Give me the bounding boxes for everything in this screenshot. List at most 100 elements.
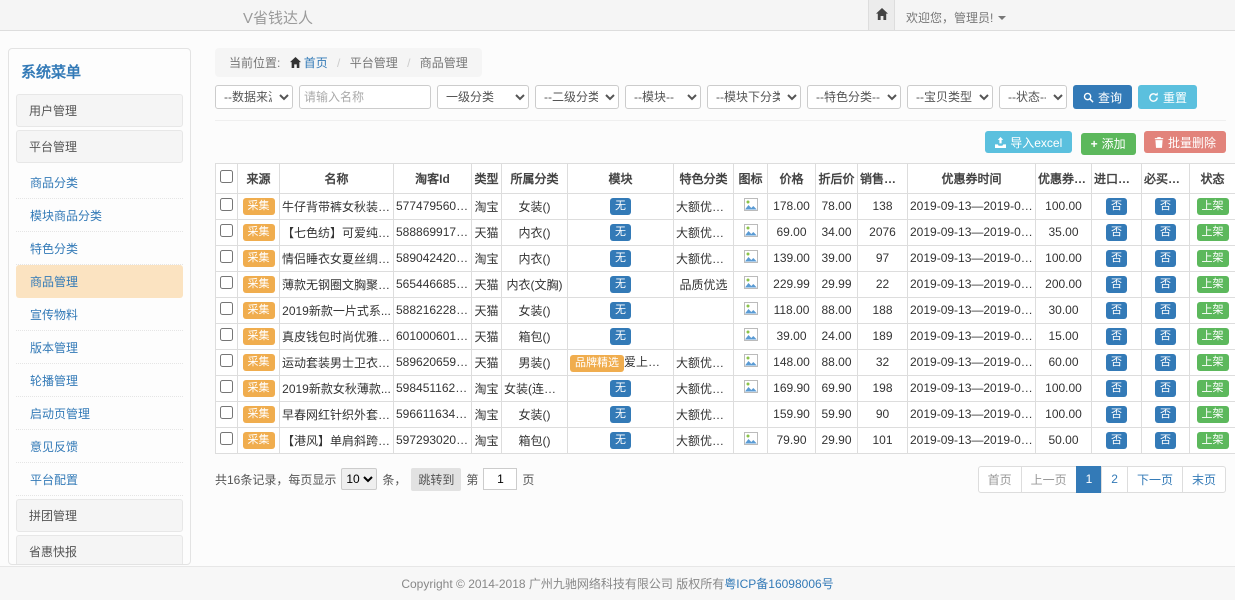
- table-cell: 101: [858, 427, 908, 453]
- table-cell: 采集: [238, 297, 280, 323]
- table-cell: 50.00: [1036, 427, 1092, 453]
- page-button[interactable]: 下一页: [1127, 466, 1183, 493]
- table-cell: 601000601341: [394, 323, 472, 349]
- table-cell: 198: [858, 375, 908, 401]
- reset-button[interactable]: 重置: [1138, 85, 1197, 109]
- import-select-badge: 否: [1106, 250, 1127, 267]
- import-icon: [995, 137, 1006, 148]
- import-select-badge: 否: [1106, 432, 1127, 449]
- page-button[interactable]: 上一页: [1021, 466, 1077, 493]
- name-search-input[interactable]: [299, 85, 431, 109]
- import-select-badge: 否: [1106, 328, 1127, 345]
- table-cell: [674, 323, 734, 349]
- sidebar-item[interactable]: 模块商品分类: [16, 199, 183, 232]
- table-cell: 否: [1142, 219, 1190, 245]
- icon-cell: [734, 349, 768, 375]
- must-buy-badge: 否: [1155, 380, 1176, 397]
- row-checkbox[interactable]: [220, 380, 233, 393]
- module-badge: 无: [610, 432, 631, 449]
- status-badge: 上架: [1197, 302, 1229, 319]
- app-title: V省钱达人: [243, 7, 313, 28]
- table-cell: 否: [1142, 193, 1190, 219]
- user-menu[interactable]: 欢迎您，管理员!: [906, 9, 1006, 26]
- filter-select[interactable]: --状态--: [999, 85, 1067, 109]
- jump-to-button[interactable]: 跳转到: [411, 468, 461, 491]
- select-all-checkbox[interactable]: [220, 170, 233, 183]
- import-select-badge: 否: [1106, 380, 1127, 397]
- table-cell: 34.00: [816, 219, 858, 245]
- row-checkbox[interactable]: [220, 250, 233, 263]
- sidebar-item[interactable]: 商品分类: [16, 166, 183, 199]
- search-button[interactable]: 查询: [1073, 85, 1132, 109]
- table-row: 采集真皮钱包时尚优雅女士...601000601341天猫箱包()无39.002…: [216, 323, 1235, 349]
- filter-select[interactable]: 一级分类: [437, 85, 529, 109]
- sidebar-item[interactable]: 拼团管理: [16, 499, 183, 532]
- table-cell: 采集: [238, 401, 280, 427]
- sidebar-item[interactable]: 省惠快报: [16, 535, 183, 565]
- home-shortcut[interactable]: [868, 0, 895, 30]
- sidebar-item[interactable]: 平台管理: [16, 130, 183, 163]
- add-button[interactable]: + 添加: [1081, 133, 1136, 155]
- table-cell: 天猫: [472, 219, 502, 245]
- table-cell: 天猫: [472, 271, 502, 297]
- sidebar-item[interactable]: 宣传物料: [16, 298, 183, 331]
- table-cell: 否: [1092, 297, 1142, 323]
- pager: 首页上一页12下一页末页: [978, 466, 1226, 493]
- image-placeholder-icon: [744, 328, 758, 341]
- icp-link[interactable]: 粤ICP备16098006号: [724, 575, 833, 592]
- batch-delete-button[interactable]: 批量删除: [1144, 131, 1226, 153]
- per-page-select[interactable]: 10: [341, 468, 377, 490]
- sidebar-item[interactable]: 特色分类: [16, 232, 183, 265]
- row-checkbox[interactable]: [220, 406, 233, 419]
- row-checkbox[interactable]: [220, 224, 233, 237]
- sidebar-item[interactable]: 轮播管理: [16, 364, 183, 397]
- sidebar-item[interactable]: 意见反馈: [16, 430, 183, 463]
- sidebar-item[interactable]: 平台配置: [16, 463, 183, 496]
- import-select-badge: 否: [1106, 302, 1127, 319]
- row-checkbox[interactable]: [220, 276, 233, 289]
- table-cell: 178.00: [768, 193, 816, 219]
- table-cell: 60.00: [1036, 349, 1092, 375]
- table-cell: 女装(连衣裙): [502, 375, 568, 401]
- row-checkbox[interactable]: [220, 198, 233, 211]
- table-cell: 上架: [1190, 245, 1235, 271]
- table-cell: 天猫: [472, 323, 502, 349]
- table-cell: 79.90: [768, 427, 816, 453]
- table-cell: 采集: [238, 427, 280, 453]
- page-button[interactable]: 末页: [1182, 466, 1226, 493]
- table-cell: 淘宝: [472, 193, 502, 219]
- row-checkbox[interactable]: [220, 354, 233, 367]
- sidebar-item[interactable]: 版本管理: [16, 331, 183, 364]
- table-cell: 否: [1092, 219, 1142, 245]
- column-header: 优惠券金额: [1036, 163, 1092, 193]
- page-button[interactable]: 1: [1076, 466, 1103, 493]
- filter-select[interactable]: --特色分类--: [807, 85, 901, 109]
- sidebar-item[interactable]: 商品管理: [16, 265, 183, 298]
- filter-select[interactable]: --宝贝类型--: [907, 85, 993, 109]
- table-cell: 2019-09-13—2019-09-20: [908, 245, 1036, 271]
- filter-select[interactable]: --数据来源--: [215, 85, 293, 109]
- icon-cell: [734, 219, 768, 245]
- row-checkbox[interactable]: [220, 328, 233, 341]
- filter-select[interactable]: --模块--: [625, 85, 701, 109]
- product-name-cell: 运动套装男士卫衣初秋...: [280, 349, 394, 375]
- table-cell: 589620659791: [394, 349, 472, 375]
- filter-select[interactable]: --二级分类--: [535, 85, 619, 109]
- column-header: 名称: [280, 163, 394, 193]
- table-cell: 否: [1142, 375, 1190, 401]
- table-cell: 598451162391: [394, 375, 472, 401]
- row-checkbox[interactable]: [220, 302, 233, 315]
- page-button[interactable]: 2: [1101, 466, 1128, 493]
- filter-select[interactable]: --模块下分类--: [707, 85, 801, 109]
- table-cell: 229.99: [768, 271, 816, 297]
- sidebar-item[interactable]: 启动页管理: [16, 397, 183, 430]
- table-cell: 100.00: [1036, 401, 1092, 427]
- sidebar-item[interactable]: 用户管理: [16, 94, 183, 127]
- table-cell: 淘宝: [472, 427, 502, 453]
- breadcrumb-home-link[interactable]: 首页: [284, 56, 328, 70]
- row-checkbox[interactable]: [220, 432, 233, 445]
- page-button[interactable]: 首页: [978, 466, 1022, 493]
- table-cell: 上架: [1190, 219, 1235, 245]
- jump-page-input[interactable]: [483, 468, 517, 490]
- import-excel-button[interactable]: 导入excel: [985, 131, 1072, 153]
